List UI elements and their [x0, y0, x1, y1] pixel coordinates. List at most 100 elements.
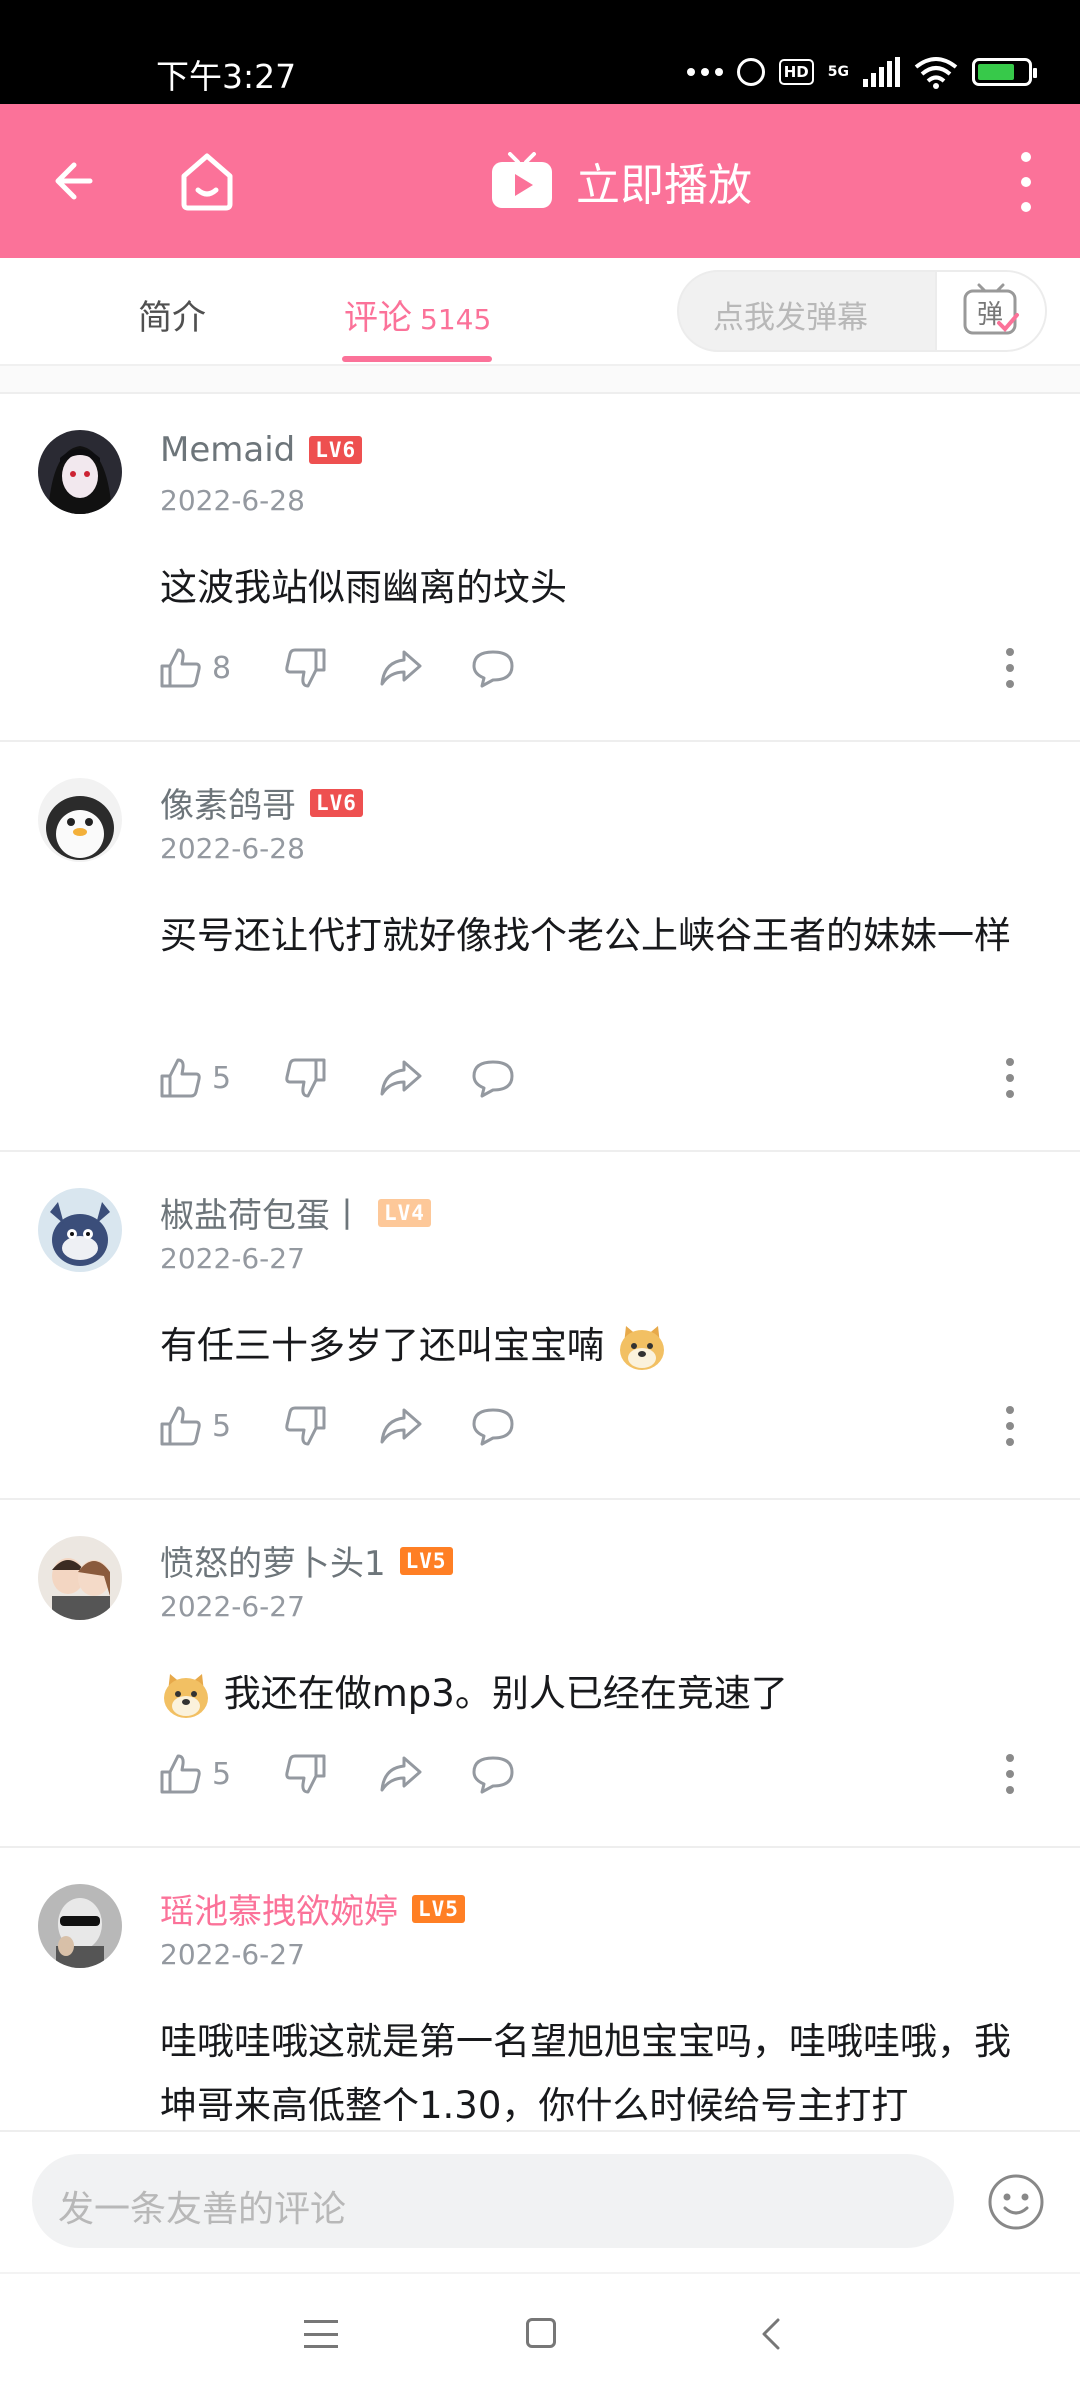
hd-icon: HD [778, 59, 814, 85]
comment-text[interactable]: 有任三十多岁了还叫宝宝喃 [160, 1314, 1040, 1378]
avatar[interactable] [38, 430, 122, 514]
username-text: 愤怒的萝卜头1 [160, 1544, 386, 1584]
signal-icon [863, 57, 900, 87]
comment-text-content: 我还在做mp3。别人已经在竞速了 [223, 1672, 788, 1715]
danmaku-input[interactable]: 点我发弹幕 弹 [677, 270, 1047, 352]
comment-text[interactable]: 哇哦哇哦这就是第一名望旭旭宝宝吗，哇哦哇哦，我坤哥来高低整个1.30，你什么时候… [160, 2010, 1040, 2130]
level-badge: LV5 [399, 1546, 453, 1575]
play-now-button[interactable]: 立即播放 [490, 150, 752, 212]
level-badge: LV6 [310, 788, 363, 817]
tab-bar: 简介 评论 5145 点我发弹幕 弹 [0, 258, 1080, 366]
share-icon [380, 650, 422, 686]
home-button[interactable] [172, 146, 242, 216]
danmaku-icon: 弹 [963, 283, 1019, 335]
share-button[interactable] [378, 1052, 424, 1104]
battery-icon [972, 58, 1037, 86]
dislike-button[interactable] [284, 1400, 328, 1452]
recent-apps-button[interactable] [304, 2320, 338, 2348]
comment-actions: 5 [158, 1748, 1058, 1800]
reply-button[interactable] [470, 642, 516, 694]
thumbs-down-icon [285, 1058, 326, 1098]
wifi-icon [914, 57, 958, 89]
reply-button[interactable] [470, 1748, 516, 1800]
comment-actions: 5 [158, 1052, 1058, 1104]
comment-date: 2022-6-27 [160, 1242, 305, 1275]
alarm-icon [736, 58, 765, 86]
system-home-button[interactable] [526, 2318, 556, 2348]
like-button[interactable]: 5 [158, 1400, 231, 1452]
comment-text[interactable]: 买号还让代打就好像找个老公上峡谷王者的妹妹一样 [160, 904, 1040, 968]
username-text: 椒盐荷包蛋丨 [160, 1196, 364, 1236]
share-button[interactable] [378, 642, 424, 694]
comment-text[interactable]: 这波我站似雨幽离的坟头 [160, 556, 1040, 620]
doge-emoji-icon [619, 1325, 664, 1370]
status-icons: HD 5G [686, 52, 1037, 92]
tab-comments-label: 评论 [344, 298, 412, 338]
comment-date: 2022-6-28 [160, 832, 305, 865]
section-divider [0, 366, 1080, 394]
comment-more-button[interactable] [1006, 1406, 1016, 1446]
like-button[interactable]: 5 [158, 1748, 231, 1800]
like-count: 5 [212, 1408, 232, 1444]
share-icon [380, 1756, 422, 1792]
dislike-button[interactable] [284, 1052, 328, 1104]
tab-indicator [342, 356, 492, 362]
comment-input-placeholder: 发一条友善的评论 [58, 2189, 347, 2230]
like-button[interactable]: 5 [158, 1052, 231, 1104]
username[interactable]: 瑶池慕拽欲婉婷 LV5 [160, 1884, 465, 1933]
share-button[interactable] [378, 1400, 424, 1452]
reply-icon [472, 1060, 514, 1098]
username[interactable]: 愤怒的萝卜头1 LV5 [160, 1536, 453, 1585]
emoji-icon[interactable] [986, 2172, 1046, 2232]
thumbs-up-icon [160, 1406, 201, 1446]
comment-more-button[interactable] [1006, 1058, 1016, 1098]
dislike-button[interactable] [284, 642, 328, 694]
share-icon [380, 1060, 422, 1096]
username[interactable]: 椒盐荷包蛋丨 LV4 [160, 1188, 431, 1237]
comment-item: 瑶池慕拽欲婉婷 LV5 2022-6-27 哇哦哇哦这就是第一名望旭旭宝宝吗，哇… [0, 1848, 1080, 2130]
level-badge: LV5 [412, 1894, 465, 1923]
avatar[interactable] [38, 1188, 122, 1272]
comment-more-button[interactable] [1006, 1754, 1016, 1794]
status-bar: 下午3:27 HD 5G [0, 0, 1080, 104]
tab-intro[interactable]: 简介 [138, 290, 206, 339]
back-button[interactable] [44, 148, 110, 214]
comment-text-content: 有任三十多岁了还叫宝宝喃 [160, 1324, 604, 1367]
more-options-button[interactable] [1006, 152, 1046, 212]
comment-item: Memaid LV6 2022-6-28 这波我站似雨幽离的坟头 8 [0, 394, 1080, 742]
avatar[interactable] [38, 1536, 122, 1620]
back-arrow-icon [55, 162, 93, 200]
home-icon [181, 153, 233, 211]
avatar[interactable] [38, 778, 122, 862]
comment-more-button[interactable] [1006, 648, 1016, 688]
reply-button[interactable] [470, 1052, 516, 1104]
comment-item: 愤怒的萝卜头1 LV5 2022-6-27 我还在做mp3。别人已经在竞速了 5 [0, 1500, 1080, 1848]
thumbs-up-icon [160, 1058, 201, 1098]
tab-comments[interactable]: 评论 5145 [344, 290, 491, 339]
share-button[interactable] [378, 1748, 424, 1800]
reply-button[interactable] [470, 1400, 516, 1452]
comment-date: 2022-6-27 [160, 1590, 305, 1623]
comment-item: 椒盐荷包蛋丨 LV4 2022-6-27 有任三十多岁了还叫宝宝喃 5 [0, 1152, 1080, 1500]
tab-comments-count: 5145 [420, 303, 492, 336]
comment-input[interactable]: 发一条友善的评论 [32, 2154, 954, 2248]
system-back-button[interactable] [756, 2316, 786, 2352]
avatar[interactable] [38, 1884, 122, 1968]
comment-text[interactable]: 我还在做mp3。别人已经在竞速了 [160, 1662, 1040, 1726]
reply-icon [472, 1756, 514, 1794]
username[interactable]: 像素鸽哥 LV6 [160, 778, 363, 827]
like-button[interactable]: 8 [158, 642, 231, 694]
danmaku-placeholder: 点我发弹幕 [713, 300, 868, 336]
status-time: 下午3:27 [156, 57, 297, 96]
dislike-button[interactable] [284, 1748, 328, 1800]
username[interactable]: Memaid LV6 [160, 430, 363, 470]
thumbs-up-icon [160, 648, 201, 688]
reply-icon [472, 1408, 514, 1446]
comment-item: 像素鸽哥 LV6 2022-6-28 买号还让代打就好像找个老公上峡谷王者的妹妹… [0, 742, 1080, 1152]
reply-icon [472, 650, 514, 688]
danmaku-toggle-button[interactable]: 弹 [935, 272, 1045, 350]
thumbs-up-icon [160, 1754, 201, 1794]
like-count: 5 [212, 1756, 232, 1792]
network-type-label: 5G [827, 64, 849, 80]
comment-date: 2022-6-28 [160, 484, 305, 517]
